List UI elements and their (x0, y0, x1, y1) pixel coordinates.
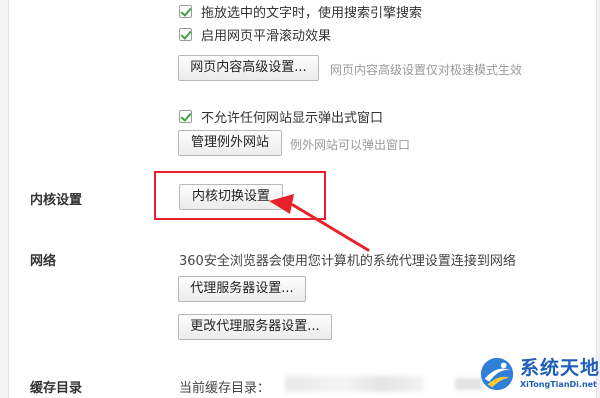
site-logo-icon (480, 357, 514, 391)
annotation-arrow (269, 194, 370, 252)
watermark-subtitle: XiTongTianDi.net (520, 380, 597, 389)
watermark-title: 系统天地 (520, 357, 600, 379)
watermark: 系统天地 XiTongTianDi.net (478, 352, 599, 396)
